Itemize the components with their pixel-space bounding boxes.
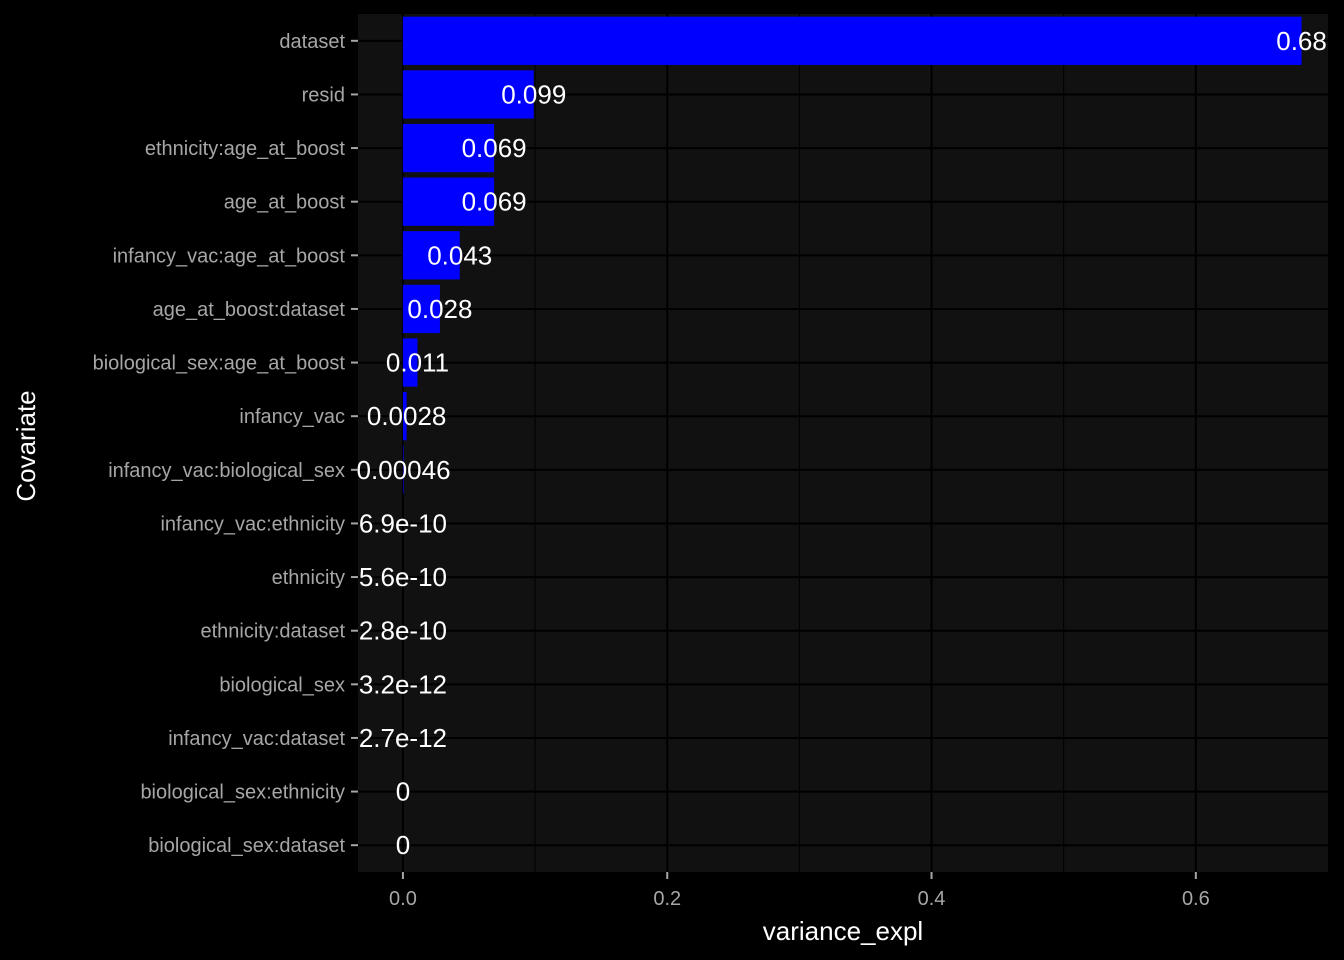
bar-value-label: 5.6e-10: [359, 562, 447, 592]
bar-value-label: 0.069: [462, 133, 527, 163]
y-tick-label: biological_sex:ethnicity: [140, 782, 345, 804]
y-tick-label: infancy_vac:biological_sex: [108, 460, 345, 482]
bar-value-label: 0.00046: [357, 455, 451, 485]
bar-value-label: 0: [396, 777, 410, 807]
y-tick-label: age_at_boost:dataset: [153, 299, 346, 321]
x-tick-label: 0.6: [1182, 888, 1210, 910]
y-tick-label: resid: [302, 84, 345, 106]
bar-value-label: 2.8e-10: [359, 616, 447, 646]
x-tick-label: 0.2: [653, 888, 681, 910]
y-tick-label: infancy_vac: [239, 406, 345, 428]
bar-value-label: 2.7e-12: [359, 723, 447, 753]
bar-value-label: 0.069: [462, 187, 527, 217]
bar-value-label: 6.9e-10: [359, 508, 447, 538]
y-tick-label: ethnicity: [272, 567, 345, 589]
y-tick-label: infancy_vac:age_at_boost: [113, 245, 346, 267]
y-tick-label: infancy_vac:dataset: [168, 728, 345, 750]
bar-value-label: 0.028: [407, 294, 472, 324]
y-axis-title: Covariate: [11, 390, 41, 501]
y-tick-label: biological_sex: [219, 674, 345, 696]
y-tick-label: infancy_vac:ethnicity: [160, 513, 345, 535]
y-tick-label: biological_sex:age_at_boost: [93, 353, 346, 375]
y-tick-label: dataset: [279, 31, 345, 53]
y-tick-label: ethnicity:dataset: [200, 621, 345, 643]
bar-value-label: 0.099: [501, 79, 566, 109]
variance-bar-chart: 0.68 0.099 0.069 0.069 0.043 0.028 0.011 0.0028…: [0, 0, 1344, 960]
bar-value-label: 0.68: [1276, 26, 1327, 56]
x-tick-label: 0.4: [918, 888, 946, 910]
bar-value-label: 3.2e-12: [359, 669, 447, 699]
bar-value-label: 0.011: [386, 348, 449, 378]
bar-value-label: 0: [396, 830, 410, 860]
x-axis-title: variance_expl: [763, 916, 923, 946]
bar-value-label: 0.0028: [367, 401, 447, 431]
x-tick-label: 0.0: [389, 888, 417, 910]
y-tick-label: age_at_boost: [224, 192, 346, 214]
bar-value-label: 0.043: [427, 240, 492, 270]
bar: [402, 16, 1302, 65]
y-tick-label: ethnicity:age_at_boost: [145, 138, 346, 160]
y-tick-label: biological_sex:dataset: [148, 835, 345, 857]
